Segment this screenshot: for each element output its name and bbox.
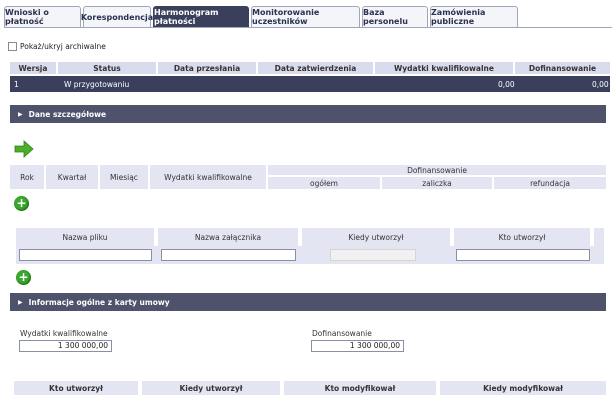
col-data-zatwierdzenia: Data zatwierdzenia xyxy=(258,62,373,74)
tab-underline xyxy=(4,27,612,28)
tab-harmonogram[interactable]: Harmonogram płatności xyxy=(153,6,249,28)
arrow-right-icon[interactable] xyxy=(14,140,34,158)
col-kto-utworzyl: Kto utworzył xyxy=(454,228,590,246)
dofinansowanie-field: 1 300 000,00 xyxy=(311,340,404,352)
col-kto-utworzyl-footer: Kto utworzył xyxy=(14,381,138,395)
nazwa-pliku-input[interactable] xyxy=(19,249,152,261)
col-kwartal: Kwartał xyxy=(46,165,98,189)
row-dofinansowanie: 0,00 xyxy=(592,80,609,89)
col-extra xyxy=(594,228,604,264)
col-wydatki-kwal: Wydatki kwalifikowalne xyxy=(150,165,266,189)
col-ogolem: ogółem xyxy=(268,177,380,189)
archive-toggle[interactable]: Pokaż/ukryj archiwalne xyxy=(8,42,106,51)
col-zaliczka: zaliczka xyxy=(382,177,492,189)
col-wersja: Wersja xyxy=(10,62,56,74)
add-schedule-button[interactable]: + xyxy=(14,196,29,211)
expand-triangle-icon: ▶ xyxy=(18,110,23,118)
col-kto-modyfikowal: Kto modyfikował xyxy=(284,381,436,395)
col-miesiac: Miesiąc xyxy=(100,165,148,189)
col-status: Status xyxy=(58,62,156,74)
tab-korespondencja[interactable]: Korespondencja xyxy=(81,6,153,28)
col-rok: Rok xyxy=(10,165,44,189)
col-dofinansowanie-group: Dofinansowanie xyxy=(268,165,606,175)
table-row[interactable]: 1 W przygotowaniu 0,00 0,00 xyxy=(10,76,610,92)
wydatki-label: Wydatki kwalifikowalne xyxy=(20,329,108,338)
section-dane-szczegolowe[interactable]: ▶ Dane szczegółowe xyxy=(10,105,606,123)
row-wydatki: 0,00 xyxy=(498,80,515,89)
col-dofinansowanie: Dofinansowanie xyxy=(515,62,610,74)
section-title: Dane szczegółowe xyxy=(28,109,107,119)
col-data-przeslania: Data przesłania xyxy=(158,62,256,74)
col-nazwa-pliku: Nazwa pliku xyxy=(16,228,154,246)
kto-utworzyl-input[interactable] xyxy=(456,249,590,261)
tab-zamowienia[interactable]: Zamówienia publiczne xyxy=(430,6,518,28)
expand-triangle-icon: ▶ xyxy=(18,298,23,306)
archive-label: Pokaż/ukryj archiwalne xyxy=(20,42,106,51)
section-informacje-ogolne[interactable]: ▶ Informacje ogólne z karty umowy xyxy=(10,293,606,311)
col-kiedy-utworzyl: Kiedy utworzył xyxy=(302,228,450,246)
col-refundacja: refundacja xyxy=(494,177,606,189)
nazwa-zalacznika-input[interactable] xyxy=(161,249,296,261)
add-attachment-button[interactable]: + xyxy=(16,270,31,285)
tab-monitorowanie[interactable]: Monitorowanie uczestników xyxy=(251,6,360,28)
wydatki-field: 1 300 000,00 xyxy=(19,340,112,352)
tab-wnioski[interactable]: Wnioski o płatność xyxy=(4,6,81,28)
section-title: Informacje ogólne z karty umowy xyxy=(28,297,170,307)
col-kiedy-utworzyl-footer: Kiedy utworzył xyxy=(142,381,280,395)
row-version: 1 xyxy=(14,80,19,89)
col-wydatki: Wydatki kwalifikowalne xyxy=(375,62,513,74)
tab-baza-personelu[interactable]: Baza personelu xyxy=(362,6,428,28)
dofinansowanie-label: Dofinansowanie xyxy=(312,329,372,338)
row-status: W przygotowaniu xyxy=(64,80,130,89)
col-nazwa-zalacznika: Nazwa załącznika xyxy=(158,228,298,246)
kiedy-utworzyl-input xyxy=(330,249,416,261)
archive-checkbox[interactable] xyxy=(8,42,17,51)
col-kiedy-modyfikowal: Kiedy modyfikował xyxy=(440,381,606,395)
